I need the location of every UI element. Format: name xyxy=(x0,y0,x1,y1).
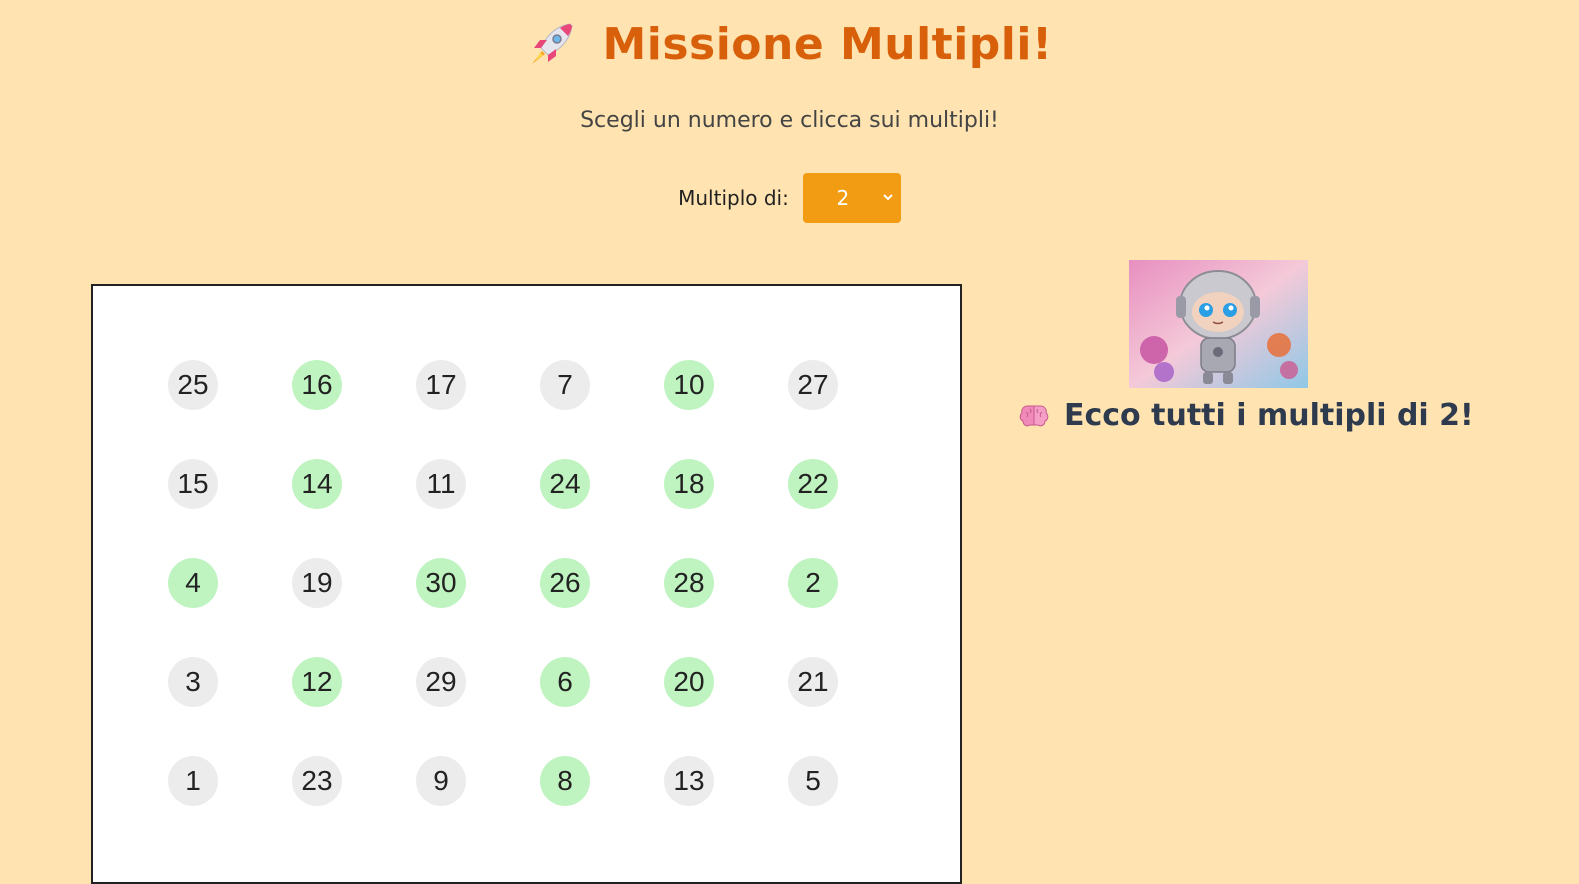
number-cell[interactable]: 7 xyxy=(540,360,590,410)
chevron-down-icon xyxy=(883,194,893,201)
subtitle: Scegli un numero e clicca sui multipli! xyxy=(580,108,999,133)
number-cell[interactable]: 18 xyxy=(664,459,714,509)
number-cell[interactable]: 17 xyxy=(416,360,466,410)
number-cell[interactable]: 10 xyxy=(664,360,714,410)
header: Missione Multipli! xyxy=(0,18,1579,70)
number-cell[interactable]: 23 xyxy=(292,756,342,806)
number-cell[interactable]: 1 xyxy=(168,756,218,806)
multiple-controls: Multiplo di: 2 xyxy=(0,173,1579,223)
number-cell[interactable]: 5 xyxy=(788,756,838,806)
number-cell[interactable]: 15 xyxy=(168,459,218,509)
multiple-select[interactable]: 2 xyxy=(802,173,901,223)
number-cell[interactable]: 30 xyxy=(416,558,466,608)
rocket-icon xyxy=(532,23,573,64)
number-cell[interactable]: 4 xyxy=(168,558,218,608)
number-cell[interactable]: 26 xyxy=(540,558,590,608)
number-cell[interactable]: 11 xyxy=(416,459,466,509)
multiple-label: Multiplo di: xyxy=(678,186,789,210)
number-cell[interactable]: 22 xyxy=(788,459,838,509)
brain-icon xyxy=(1019,405,1049,426)
number-cell[interactable]: 28 xyxy=(664,558,714,608)
number-cell[interactable]: 13 xyxy=(664,756,714,806)
number-cell[interactable]: 16 xyxy=(292,360,342,410)
number-cell[interactable]: 6 xyxy=(540,657,590,707)
number-cell[interactable]: 14 xyxy=(292,459,342,509)
number-cell[interactable]: 3 xyxy=(168,657,218,707)
number-cell[interactable]: 12 xyxy=(292,657,342,707)
number-cell[interactable]: 27 xyxy=(788,360,838,410)
number-cell[interactable]: 2 xyxy=(788,558,838,608)
number-cell[interactable]: 29 xyxy=(416,657,466,707)
number-cell[interactable]: 19 xyxy=(292,558,342,608)
result-message: Ecco tutti i multipli di 2! xyxy=(1018,398,1474,433)
number-cell[interactable]: 9 xyxy=(416,756,466,806)
number-cell[interactable]: 24 xyxy=(540,459,590,509)
number-board: 25 16 17 7 10 27 15 14 11 24 18 22 4 19 30 26 28 2 3 12 29 6 2… xyxy=(91,284,962,884)
number-cell[interactable]: 21 xyxy=(788,657,838,707)
number-cell[interactable]: 20 xyxy=(664,657,714,707)
page-title: Missione Multipli! xyxy=(602,18,1053,70)
result-text: Ecco tutti i multipli di 2! xyxy=(1064,398,1474,433)
number-cell[interactable]: 25 xyxy=(168,360,218,410)
number-cell[interactable]: 8 xyxy=(540,756,590,806)
multiple-select-value: 2 xyxy=(836,186,850,210)
robot-image xyxy=(1129,260,1308,388)
